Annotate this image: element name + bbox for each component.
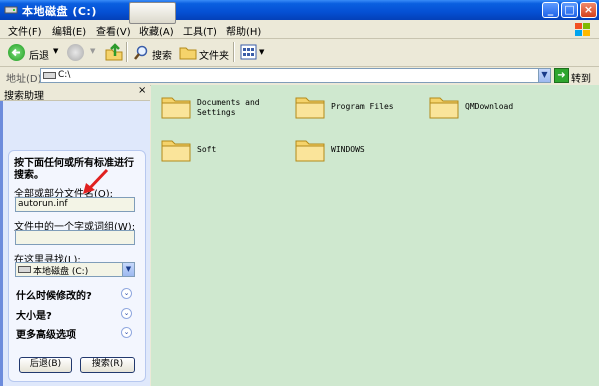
search-prompt: 按下面任何或所有标准进行搜索。 — [14, 158, 134, 181]
menu-tools[interactable]: 工具(T) — [183, 23, 217, 38]
address-input[interactable] — [40, 68, 551, 83]
close-button[interactable]: × — [580, 2, 597, 18]
menu-help[interactable]: 帮助(H) — [226, 23, 261, 38]
chevron-down-icon[interactable]: ⌄ — [121, 308, 132, 319]
drive-icon — [4, 6, 18, 14]
search-button[interactable] — [129, 2, 176, 24]
search-submit-button[interactable]: 搜索(R) — [80, 357, 135, 373]
minimize-button[interactable]: _ — [542, 2, 559, 18]
phrase-input[interactable] — [15, 230, 135, 245]
maximize-button[interactable]: □ — [561, 2, 578, 18]
views-icon[interactable] — [240, 44, 257, 60]
windows-logo-icon — [575, 23, 590, 36]
forward-arrow-icon[interactable] — [67, 44, 84, 61]
option-modified[interactable]: 什么时候修改的? — [16, 287, 92, 302]
go-label[interactable]: 转到 — [571, 70, 591, 85]
folder-icon[interactable] — [294, 135, 326, 163]
folder-name[interactable]: Program Files — [331, 102, 394, 112]
views-dropdown-icon[interactable]: ▼ — [259, 48, 264, 56]
filename-input[interactable]: autorun.inf — [15, 197, 135, 212]
menu-bar — [0, 20, 599, 39]
folder-icon[interactable] — [160, 135, 192, 163]
menu-file[interactable]: 文件(F) — [8, 23, 42, 38]
option-size[interactable]: 大小是? — [16, 307, 52, 322]
magnifier-icon — [134, 45, 148, 60]
folder-name[interactable]: Documents and Settings — [197, 98, 260, 118]
folder-name[interactable]: Soft — [197, 145, 216, 155]
option-advanced[interactable]: 更多高级选项 — [16, 326, 76, 341]
back-button[interactable]: 后退(B) — [19, 357, 72, 373]
menu-favorites[interactable]: 收藏(A) — [139, 23, 174, 38]
folder-name[interactable]: QMDownload — [465, 102, 513, 112]
folder-icon[interactable] — [428, 92, 460, 120]
up-folder-icon[interactable] — [104, 42, 124, 62]
folder-name[interactable]: WINDOWS — [331, 145, 365, 155]
sidebar-close-icon[interactable]: × — [138, 85, 146, 96]
window-title: 本地磁盘 (C:) — [22, 5, 97, 18]
menu-edit[interactable]: 编辑(E) — [52, 23, 86, 38]
address-label: 地址(D) — [6, 74, 42, 85]
folder-icon[interactable] — [294, 92, 326, 120]
red-arrow-annotation-icon — [83, 168, 109, 194]
go-arrow-icon[interactable]: ➜ — [554, 68, 569, 83]
back-arrow-glyph-icon — [11, 48, 20, 57]
back-dropdown-icon[interactable]: ▼ — [53, 47, 58, 55]
look-in-dropdown-icon[interactable]: ▼ — [122, 262, 135, 277]
sidebar-title: 搜索助理 — [4, 91, 44, 102]
folders-label[interactable]: 文件夹 — [199, 47, 229, 62]
chevron-down-icon[interactable]: ⌄ — [121, 288, 132, 299]
drive-small-icon — [18, 266, 31, 273]
folders-icon[interactable] — [179, 44, 197, 60]
look-in-value: 本地磁盘 (C:) — [33, 267, 89, 277]
back-label[interactable]: 后退 — [29, 47, 49, 62]
address-dropdown-icon[interactable]: ▼ — [538, 68, 551, 83]
forward-dropdown-icon[interactable]: ▼ — [90, 47, 95, 55]
menu-view[interactable]: 查看(V) — [96, 23, 131, 38]
file-list-area — [151, 85, 599, 386]
search-label[interactable]: 搜索 — [152, 47, 172, 62]
drive-small-icon — [43, 72, 56, 79]
chevron-down-icon[interactable]: ⌄ — [121, 327, 132, 338]
address-value: C:\ — [58, 70, 71, 80]
toolbar-separator — [126, 42, 128, 62]
toolbar-separator — [233, 42, 235, 62]
folder-icon[interactable] — [160, 92, 192, 120]
